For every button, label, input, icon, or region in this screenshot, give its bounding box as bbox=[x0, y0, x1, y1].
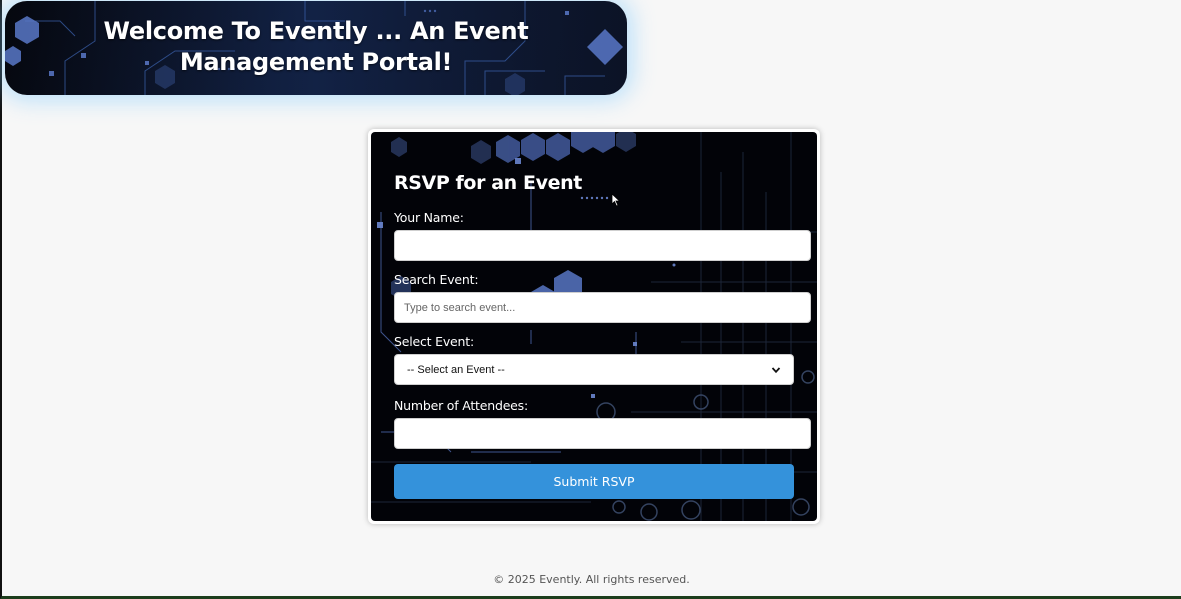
mouse-cursor-icon bbox=[611, 193, 621, 207]
page: Welcome To Evently ... An Event Manageme… bbox=[0, 0, 1181, 599]
rsvp-card-inner: RSVP for an Event Your Name: Search Even… bbox=[371, 132, 817, 521]
name-label: Your Name: bbox=[394, 210, 464, 225]
header-banner: Welcome To Evently ... An Event Manageme… bbox=[5, 1, 627, 95]
submit-rsvp-button[interactable]: Submit RSVP bbox=[394, 464, 794, 499]
name-input[interactable] bbox=[394, 230, 811, 261]
chevron-down-icon bbox=[771, 366, 781, 373]
form-title: RSVP for an Event bbox=[394, 172, 582, 194]
attendees-input[interactable] bbox=[394, 418, 811, 449]
footer-copyright: © 2025 Evently. All rights reserved. bbox=[493, 573, 690, 586]
rsvp-card: RSVP for an Event Your Name: Search Even… bbox=[368, 129, 820, 524]
attendees-label: Number of Attendees: bbox=[394, 398, 528, 413]
page-title: Welcome To Evently ... An Event Manageme… bbox=[103, 17, 529, 76]
search-event-input[interactable] bbox=[394, 292, 811, 323]
select-event-value: -- Select an Event -- bbox=[407, 363, 505, 376]
select-event-label: Select Event: bbox=[394, 334, 474, 349]
search-event-label: Search Event: bbox=[394, 272, 479, 287]
select-event-dropdown[interactable]: -- Select an Event -- bbox=[394, 354, 794, 385]
